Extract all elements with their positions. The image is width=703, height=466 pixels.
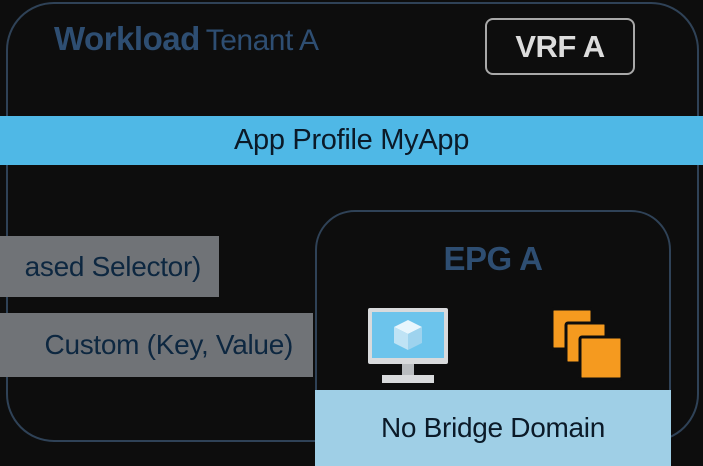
containers-icon [550,307,624,381]
app-profile-bar: App Profile MyApp [0,116,703,165]
workload-label: Workload [54,20,200,57]
tenant-name: Tenant A [205,24,319,57]
app-profile-label: App Profile MyApp [233,124,470,156]
vrf-label: VRF A [515,28,605,64]
selector-box-custom: Custom (Key, Value) [0,313,313,377]
diagram-canvas: Workload Tenant A VRF A App Profile MyApp… [0,0,703,466]
bridge-domain-bar: No Bridge Domain [315,390,671,466]
selector-label: ased Selector) [24,250,202,282]
vrf-box: VRF A [485,18,635,75]
virtual-machine-icon [368,308,448,383]
bridge-domain-label: No Bridge Domain [381,412,605,443]
epg-title: EPG A [443,240,543,277]
tenant-title: Workload Tenant A [54,22,319,56]
selector-box-label-based: ased Selector) [0,236,219,297]
selector-label: Custom (Key, Value) [44,329,294,360]
